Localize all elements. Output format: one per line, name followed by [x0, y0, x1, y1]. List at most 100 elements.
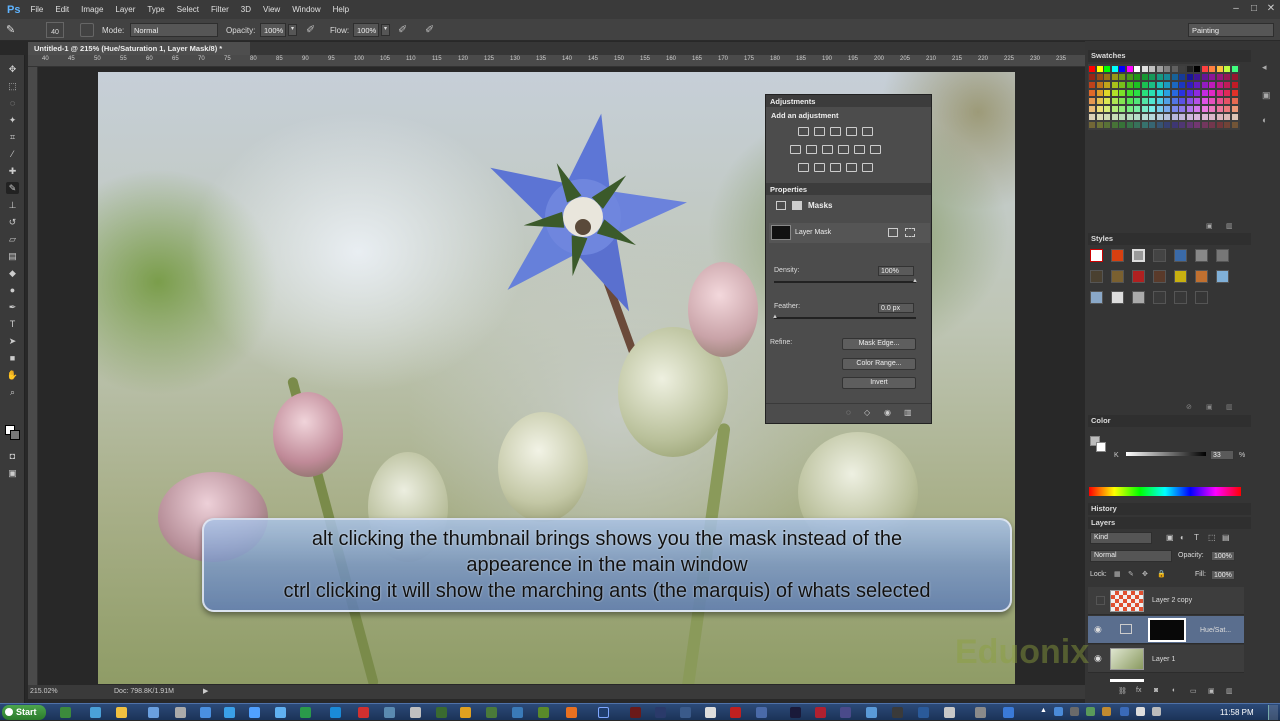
color-swatch[interactable] — [1111, 98, 1118, 104]
color-swatch[interactable] — [1126, 66, 1133, 72]
color-swatch[interactable] — [1231, 90, 1238, 96]
color-swatch[interactable] — [1134, 74, 1140, 80]
color-swatch[interactable] — [1231, 66, 1238, 72]
k-channel-slider[interactable] — [1126, 452, 1206, 456]
color-swatch[interactable] — [1134, 82, 1140, 88]
layers-panel-tab[interactable]: Layers — [1088, 517, 1251, 529]
color-swatch[interactable] — [1216, 122, 1223, 128]
color-swatch[interactable] — [1126, 114, 1133, 120]
color-swatch[interactable] — [1194, 98, 1200, 104]
taskbar-app-icon[interactable] — [486, 707, 497, 718]
color-swatch[interactable] — [1179, 82, 1185, 88]
color-swatch[interactable] — [1224, 66, 1230, 72]
color-swatch[interactable] — [1104, 98, 1110, 104]
color-swatch[interactable] — [1141, 106, 1148, 112]
filter-shape-icon[interactable]: ⬚ — [1208, 533, 1216, 542]
color-swatch[interactable] — [1164, 66, 1170, 72]
folder-icon[interactable] — [116, 707, 127, 718]
document-tab[interactable]: Untitled-1 @ 215% (Hue/Saturation 1, Lay… — [28, 42, 250, 55]
tray-icon[interactable] — [1054, 707, 1063, 716]
layer-row[interactable]: ◉ Layer 1 — [1088, 645, 1244, 673]
color-swatch[interactable] — [1156, 74, 1163, 80]
delete-mask-icon[interactable]: ▥ — [904, 408, 912, 417]
color-swatch[interactable] — [1224, 90, 1230, 96]
color-swatch[interactable] — [1096, 122, 1103, 128]
color-swatch[interactable] — [1186, 122, 1193, 128]
brush-size-picker[interactable]: 40 — [46, 22, 64, 38]
clone-stamp-tool-icon[interactable]: ⊥ — [6, 199, 19, 211]
clear-style-icon[interactable]: ⊘ — [1186, 403, 1192, 411]
curves-icon[interactable] — [830, 127, 841, 136]
filter-smart-object-icon[interactable]: ▤ — [1222, 533, 1230, 542]
color-swatch[interactable] — [1224, 74, 1230, 80]
flow-dropdown-icon[interactable]: ▾ — [381, 24, 390, 36]
layer-thumbnail[interactable] — [1110, 590, 1144, 612]
color-swatch[interactable] — [1186, 98, 1193, 104]
color-swatch[interactable] — [1231, 98, 1238, 104]
color-swatch[interactable] — [1201, 114, 1208, 120]
style-swatch[interactable] — [1153, 249, 1166, 262]
shape-tool-icon[interactable]: ■ — [6, 352, 19, 364]
color-swatch[interactable] — [1224, 106, 1230, 112]
color-swatch[interactable] — [1104, 82, 1110, 88]
color-swatch[interactable] — [1171, 90, 1178, 96]
color-swatch[interactable] — [1164, 74, 1170, 80]
pen-tool-icon[interactable]: ✒ — [6, 301, 19, 313]
color-swatch[interactable] — [1134, 66, 1140, 72]
taskbar-app-icon[interactable] — [300, 707, 311, 718]
color-swatch[interactable] — [1104, 106, 1110, 112]
color-swatch[interactable] — [1179, 74, 1185, 80]
menu-window[interactable]: Window — [292, 5, 320, 14]
filter-pixel-icon[interactable]: ▣ — [1166, 533, 1174, 542]
color-swatch[interactable] — [1119, 90, 1125, 96]
color-swatch[interactable] — [1201, 66, 1208, 72]
color-swatch[interactable] — [1119, 114, 1125, 120]
layer-filter-kind-select[interactable]: Kind — [1090, 532, 1152, 544]
color-swatch[interactable] — [1119, 98, 1125, 104]
color-swatch[interactable] — [1171, 106, 1178, 112]
style-swatch[interactable] — [1132, 270, 1145, 283]
color-swatch[interactable] — [1231, 106, 1238, 112]
color-swatch[interactable] — [1156, 114, 1163, 120]
color-swatch[interactable] — [1164, 114, 1170, 120]
color-swatch[interactable] — [1209, 114, 1215, 120]
color-swatch[interactable] — [1119, 66, 1125, 72]
color-swatch[interactable] — [1104, 74, 1110, 80]
lock-all-icon[interactable]: 🔒 — [1157, 570, 1166, 578]
color-swatch[interactable] — [1141, 114, 1148, 120]
color-swatch[interactable] — [1201, 74, 1208, 80]
color-swatch[interactable] — [1089, 74, 1095, 80]
link-layers-icon[interactable]: ⛓ — [1118, 687, 1127, 695]
color-swatch[interactable] — [1179, 98, 1185, 104]
color-swatch[interactable] — [1134, 98, 1140, 104]
color-swatch[interactable] — [1171, 122, 1178, 128]
taskbar-app-icon[interactable] — [410, 707, 421, 718]
taskbar-app-icon[interactable] — [538, 707, 549, 718]
color-swatch[interactable] — [1194, 106, 1200, 112]
swatches-grid[interactable] — [1088, 64, 1240, 130]
color-swatch[interactable] — [1164, 90, 1170, 96]
color-swatch[interactable] — [1201, 90, 1208, 96]
style-swatch[interactable] — [1216, 249, 1229, 262]
tray-icon[interactable] — [1086, 707, 1095, 716]
photo-filter-icon[interactable] — [838, 145, 849, 154]
healing-tool-icon[interactable]: ✚ — [6, 165, 19, 177]
tray-icon[interactable] — [1070, 707, 1079, 716]
color-swatch[interactable] — [1149, 90, 1155, 96]
color-swatch[interactable] — [1194, 74, 1200, 80]
color-swatch[interactable] — [1186, 114, 1193, 120]
color-swatch[interactable] — [1156, 66, 1163, 72]
color-swatch[interactable] — [1111, 66, 1118, 72]
taskbar-app-icon[interactable] — [756, 707, 767, 718]
taskbar-app-icon[interactable] — [866, 707, 877, 718]
style-swatch[interactable] — [1111, 270, 1124, 283]
filter-adjustment-icon[interactable]: ◐ — [1180, 533, 1185, 542]
minimize-icon[interactable]: – — [1228, 2, 1244, 15]
color-swatch[interactable] — [1119, 106, 1125, 112]
color-swatch[interactable] — [1179, 122, 1185, 128]
color-swatch[interactable] — [1149, 82, 1155, 88]
color-swatch[interactable] — [1126, 74, 1133, 80]
color-swatch[interactable] — [1224, 98, 1230, 104]
acrobat-icon[interactable] — [730, 707, 741, 718]
color-swatch[interactable] — [1209, 74, 1215, 80]
